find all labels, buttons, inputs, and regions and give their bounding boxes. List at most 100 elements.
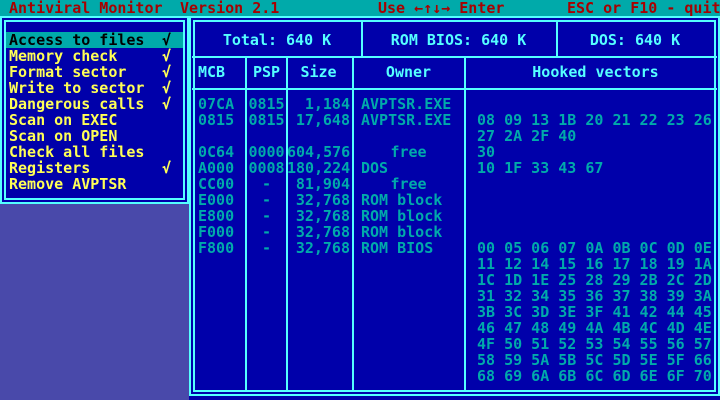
cell-mcb: A000 <box>198 160 234 176</box>
totals-separator <box>556 21 558 58</box>
memory-totals-row: Total: 640 K ROM BIOS: 640 K DOS: 640 K <box>189 32 720 48</box>
menu-item-format-sector[interactable]: Format sector√ <box>6 64 183 80</box>
table-row: 27 2A 2F 40 <box>189 128 720 144</box>
rom-bios-memory-value: ROM BIOS: 640 K <box>361 32 556 48</box>
header-hooked-vectors: Hooked vectors <box>477 64 714 80</box>
app-version: Version 2.1 <box>180 0 279 16</box>
cell-mcb: F000 <box>198 224 234 240</box>
table-header-row: MCB PSP Size Owner Hooked vectors <box>189 64 720 80</box>
cell-size: 32,768 <box>287 224 350 240</box>
checkmark-icon: √ <box>162 48 171 64</box>
cell-owner: ROM block <box>355 208 462 224</box>
menu-item-scan-on-exec[interactable]: Scan on EXEC <box>6 112 183 128</box>
cell-owner: ROM block <box>355 224 462 240</box>
menu-item-write-to-sector[interactable]: Write to sector √ <box>6 80 183 96</box>
cell-psp: 0000 <box>247 144 286 160</box>
app-title: Antiviral Monitor <box>9 0 163 16</box>
cell-mcb: 0C64 <box>198 144 234 160</box>
memory-panel: Total: 640 K ROM BIOS: 640 K DOS: 640 K … <box>189 16 720 396</box>
totals-separator <box>361 21 363 58</box>
menu-item-label: Check all files <box>9 144 144 160</box>
cell-size: 180,224 <box>287 160 350 176</box>
table-row: 0C640000604,576free30 <box>189 144 720 160</box>
cell-size: 32,768 <box>287 208 350 224</box>
menu-item-memory-check[interactable]: Memory check √ <box>6 48 183 64</box>
menu-item-label: Write to sector <box>9 80 144 96</box>
menu-item-label: Dangerous calls <box>9 96 144 112</box>
cell-hooked-vectors: 3B 3C 3D 3E 3F 41 42 44 45 <box>477 304 712 320</box>
cell-hooked-vectors: 68 69 6A 6B 6C 6D 6E 6F 70 <box>477 368 712 384</box>
menu-item-label: Remove AVPTSR <box>9 176 126 192</box>
menu-item-label: Scan on EXEC <box>9 112 117 128</box>
menu-item-label: Memory check <box>9 48 117 64</box>
menu-item-label: Access to files <box>9 32 144 48</box>
menu-item-access-to-files[interactable]: Access to files√ <box>6 32 183 48</box>
cell-mcb: 07CA <box>198 96 234 112</box>
keys-hint: Use ←↑↓→ Enter <box>378 0 504 16</box>
table-row: E000-32,768ROM block <box>189 192 720 208</box>
quit-hint: ESC or F10 - quit <box>567 0 720 16</box>
menu-item-dangerous-calls[interactable]: Dangerous calls √ <box>6 96 183 112</box>
menu-item-registers[interactable]: Registers√ <box>6 160 183 176</box>
header-psp: PSP <box>247 64 286 80</box>
table-row: 68 69 6A 6B 6C 6D 6E 6F 70 <box>189 368 720 384</box>
cell-hooked-vectors: 46 47 48 49 4A 4B 4C 4D 4E <box>477 320 712 336</box>
table-row: 58 59 5A 5B 5C 5D 5E 5F 66 <box>189 352 720 368</box>
table-row: 1C 1D 1E 25 28 29 2B 2C 2D <box>189 272 720 288</box>
cell-owner: AVPTSR.EXE <box>355 96 462 112</box>
header-size: Size <box>287 64 350 80</box>
cell-psp: - <box>247 176 286 192</box>
cell-hooked-vectors: 31 32 34 35 36 37 38 39 3A <box>477 288 712 304</box>
cell-mcb: CC00 <box>198 176 234 192</box>
header-owner: Owner <box>355 64 462 80</box>
menu-item-label: Format sector <box>9 64 126 80</box>
cell-hooked-vectors: 30 <box>477 144 495 160</box>
cell-hooked-vectors: 58 59 5A 5B 5C 5D 5E 5F 66 <box>477 352 712 368</box>
menu-item-label: Scan on OPEN <box>9 128 117 144</box>
cell-hooked-vectors: 4F 50 51 52 53 54 55 56 57 <box>477 336 712 352</box>
cell-hooked-vectors: 10 1F 33 43 67 <box>477 160 603 176</box>
cell-hooked-vectors: 27 2A 2F 40 <box>477 128 576 144</box>
cell-psp: - <box>247 192 286 208</box>
menu-item-remove-avptsr[interactable]: Remove AVPTSR <box>6 176 183 192</box>
checkmark-icon: √ <box>162 80 171 96</box>
panel-divider <box>192 56 717 58</box>
menu-list: Access to files√Memory check√Format sect… <box>0 16 189 204</box>
panel-divider <box>192 88 717 90</box>
cell-hooked-vectors: 08 09 13 1B 20 21 22 23 26 <box>477 112 712 128</box>
cell-size: 1,184 <box>287 96 350 112</box>
menu-item-label: Registers <box>9 160 90 176</box>
checkmark-icon: √ <box>162 96 171 112</box>
menu-item-scan-on-open[interactable]: Scan on OPEN <box>6 128 183 144</box>
cell-hooked-vectors: 00 05 06 07 0A 0B 0C 0D 0E <box>477 240 712 256</box>
desktop-dither-background <box>0 204 189 400</box>
cell-psp: 0815 <box>247 96 286 112</box>
menu-item-check-all-files[interactable]: Check all files <box>6 144 183 160</box>
table-row: A000 0008180,224 DOS 10 1F 33 43 67 <box>189 160 720 176</box>
cell-psp: - <box>247 240 286 256</box>
cell-owner: AVPTSR.EXE <box>355 112 462 128</box>
cell-owner: ROM block <box>355 192 462 208</box>
table-row: 07CA 08151,184 AVPTSR.EXE <box>189 96 720 112</box>
cell-size: 32,768 <box>287 192 350 208</box>
cell-owner: DOS <box>355 160 462 176</box>
table-row: F800-32,768ROM BIOS00 05 06 07 0A 0B 0C … <box>189 240 720 256</box>
cell-owner: free <box>355 144 462 160</box>
dos-screen: Antiviral Monitor Version 2.1 Use ←↑↓→ E… <box>0 0 720 400</box>
cell-size: 32,768 <box>287 240 350 256</box>
memory-panel-content: Total: 640 K ROM BIOS: 640 K DOS: 640 K … <box>189 16 720 396</box>
cell-size: 81,904 <box>287 176 350 192</box>
cell-hooked-vectors: 1C 1D 1E 25 28 29 2B 2C 2D <box>477 272 712 288</box>
table-row: 11 12 14 15 16 17 18 19 1A <box>189 256 720 272</box>
cell-psp: - <box>247 208 286 224</box>
table-row: 46 47 48 49 4A 4B 4C 4D 4E <box>189 320 720 336</box>
cell-psp: 0815 <box>247 112 286 128</box>
cell-mcb: E800 <box>198 208 234 224</box>
cell-psp: 0008 <box>247 160 286 176</box>
cell-mcb: 0815 <box>198 112 234 128</box>
cell-mcb: F800 <box>198 240 234 256</box>
table-row: 31 32 34 35 36 37 38 39 3A <box>189 288 720 304</box>
title-bar: Antiviral Monitor Version 2.1 Use ←↑↓→ E… <box>0 0 720 16</box>
options-menu-window: Access to files√Memory check√Format sect… <box>0 16 189 204</box>
table-row: 4F 50 51 52 53 54 55 56 57 <box>189 336 720 352</box>
